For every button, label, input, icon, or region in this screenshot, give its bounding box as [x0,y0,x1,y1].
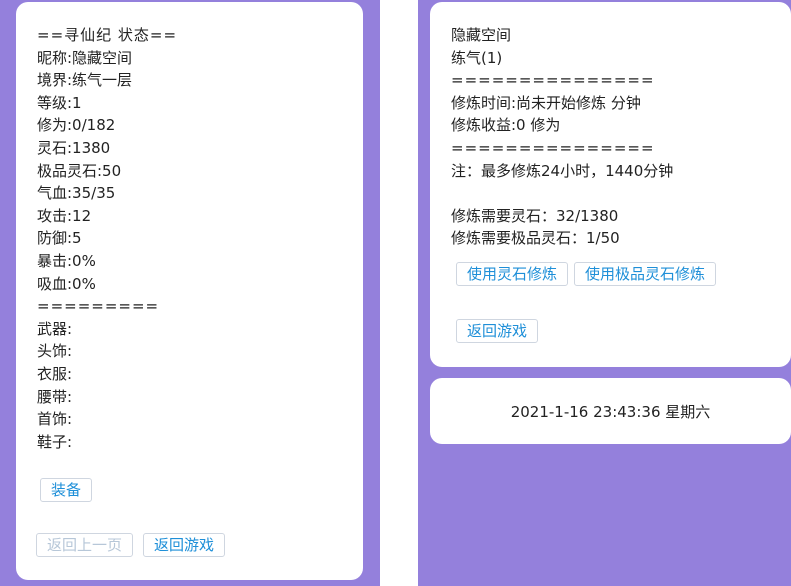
use-stone-button[interactable]: 使用灵石修炼 [456,262,569,286]
equip-button-row: 装备 [40,478,98,502]
cultivation-card: 隐藏空间 练气(1) =============== 修炼时间:尚未开始修炼 分… [430,2,791,367]
equipment-list: 武器: 头饰: 衣服: 腰带: 首饰: 鞋子: [37,318,363,454]
stats-list: 昵称:隐藏空间 境界:练气一层 等级:1 修为:0/182 灵石:1380 极品… [37,47,363,296]
cultivation-time: 修炼时间:尚未开始修炼 分钟 [451,93,641,112]
stat-cultivation: 修为:0/182 [37,116,116,135]
prev-page-button[interactable]: 返回上一页 [36,533,134,557]
datetime-card: 2021-1-16 23:43:36 星期六 [430,378,791,444]
equip-shoes: 鞋子: [37,432,73,451]
equip-belt: 腰带: [37,387,73,406]
use-premium-stone-button[interactable]: 使用极品灵石修炼 [574,262,717,286]
cultivation-separator-top: =============== [451,71,655,90]
cultivation-button-row: 使用灵石修炼 使用极品灵石修炼 [456,262,722,286]
stat-crit: 暴击:0% [37,251,96,270]
cultivation-note: 注：最多修炼24小时，1440分钟 [451,161,674,180]
cultivation-back-row: 返回游戏 [456,319,544,343]
equip-clothes: 衣服: [37,364,73,383]
stat-hp: 气血:35/35 [37,184,116,203]
cultivation-separator-bottom: =============== [451,138,655,157]
stat-spirit-stone: 灵石:1380 [37,138,111,157]
status-title: ==寻仙纪 状态== [37,26,178,44]
stat-defense: 防御:5 [37,229,82,248]
cultivation-spacer [451,182,791,205]
stat-lifesteal: 吸血:0% [37,274,96,293]
equip-weapon: 武器: [37,319,73,338]
status-back-to-game-button[interactable]: 返回游戏 [143,533,226,557]
stat-level: 等级:1 [37,93,82,112]
equip-button[interactable]: 装备 [40,478,93,502]
status-separator: ========= [37,297,160,316]
cultivation-realm: 练气(1) [451,48,503,67]
stat-nickname: 昵称:隐藏空间 [37,48,133,67]
stat-premium-stone: 极品灵石:50 [37,161,122,180]
stat-realm: 境界:练气一层 [37,71,133,90]
cultivation-need-premium: 修炼需要极品灵石：1/50 [451,229,620,248]
cultivation-name: 隐藏空间 [451,26,512,44]
cultivation-gain: 修炼收益:0 修为 [451,116,561,135]
equip-jewelry: 首饰: [37,410,73,429]
equip-headwear: 头饰: [37,342,73,361]
stat-attack: 攻击:12 [37,206,92,225]
datetime-text: 2021-1-16 23:43:36 星期六 [510,402,711,421]
status-nav-row: 返回上一页 返回游戏 [36,533,231,557]
cultivation-need-stone: 修炼需要灵石：32/1380 [451,206,619,225]
cultivation-back-to-game-button[interactable]: 返回游戏 [456,319,539,343]
